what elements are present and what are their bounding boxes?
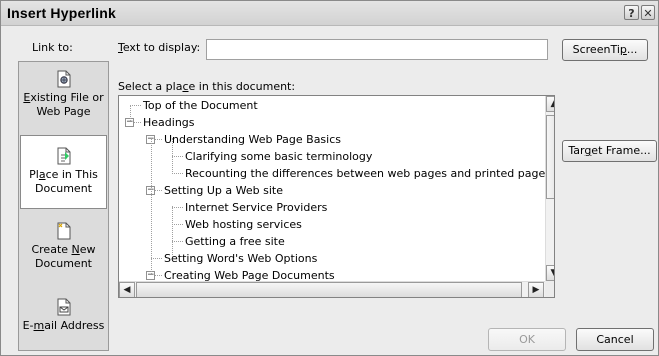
tree-item[interactable]: Web hosting services [185,216,302,233]
cancel-button[interactable]: Cancel [576,328,654,351]
text-to-display-label: Text to display: [118,41,201,54]
vertical-scroll-thumb[interactable] [546,115,554,199]
scroll-right-button[interactable]: ▶ [528,282,544,297]
tree-item[interactable]: Top of the Document [143,97,258,114]
tree-item-label: Web hosting services [185,218,302,231]
existing-file-label: Existing File or Web Page [23,91,104,118]
arrow-left-icon: ◀ [123,285,131,295]
scroll-up-button[interactable]: ▲ [546,96,554,112]
text-to-display-input[interactable] [206,39,548,60]
document-web-icon [57,70,70,88]
insert-hyperlink-dialog: Insert Hyperlink ? ✕ Link to: Text to di… [0,0,659,356]
email-document-icon [57,298,70,316]
select-place-label: Select a place in this document: [118,80,296,93]
vertical-scrollbar[interactable]: ▲ ▼ [545,96,554,281]
link-to-places-bar: Existing File or Web Page Place in This Do… [18,61,109,351]
help-button[interactable]: ? [624,5,639,20]
create-new-document-label: Create New Document [31,243,96,270]
tree-item-label: Setting Up a Web site [164,184,283,197]
place-in-document-icon [57,147,70,165]
scroll-down-button[interactable]: ▼ [546,265,554,281]
link-to-label: Link to: [32,41,73,54]
tree-connector [130,105,131,121]
arrow-down-icon: ▼ [551,268,554,278]
tree-item[interactable]: Setting Word's Web Options [164,250,317,267]
tree-connector [130,105,141,106]
screentip-button[interactable]: ScreenTip... [562,39,648,61]
tree-item-label: Getting a free site [185,235,285,248]
tree-item[interactable]: Headings [143,114,195,131]
tree-connector [172,206,173,257]
tree-item[interactable]: Clarifying some basic terminology [185,148,372,165]
document-places-tree[interactable]: Top of the Document Headings − Understandin… [118,95,555,298]
ok-button[interactable]: OK [488,328,566,351]
tree-connector [151,138,152,274]
tree-item-label: Headings [143,116,195,129]
create-new-document-button[interactable]: Create New Document [20,222,107,278]
scroll-left-button[interactable]: ◀ [119,282,135,297]
target-frame-button[interactable]: Target Frame... [562,140,657,162]
place-in-document-label: Place in This Document [29,168,98,195]
tree-item[interactable]: Understanding Web Page Basics [164,131,341,148]
place-in-this-document-button[interactable]: Place in This Document [20,135,107,209]
horizontal-scrollbar[interactable]: ◀ ▶ [119,281,545,297]
tree-connector [172,138,173,172]
tree-item[interactable]: Internet Service Providers [185,199,327,216]
tree-connector [172,207,183,208]
scroll-corner [545,281,554,297]
tree-item-label: Internet Service Providers [185,201,328,214]
email-address-label: E-mail Address [22,319,105,332]
tree-item-label: Clarifying some basic terminology [185,150,373,163]
tree-connector [151,258,162,259]
new-document-icon [57,222,70,240]
tree-item-label: Top of the Document [143,99,258,112]
tree-connector [172,224,183,225]
tree-item[interactable]: Recounting the differences between web p… [185,165,545,182]
tree-item[interactable]: Setting Up a Web site [164,182,283,199]
tree-item[interactable]: Getting a free site [185,233,285,250]
arrow-up-icon: ▲ [551,99,554,109]
tree-connector [172,241,183,242]
dialog-title: Insert Hyperlink [7,5,117,21]
tree-connector [172,173,183,174]
title-bar: Insert Hyperlink ? ✕ [1,1,658,26]
tree-item-label: Understanding Web Page Basics [164,133,341,146]
tree-connector [172,156,183,157]
arrow-right-icon: ▶ [532,285,540,295]
existing-file-or-web-page-button[interactable]: Existing File or Web Page [20,70,107,126]
email-address-button[interactable]: E-mail Address [20,298,107,346]
horizontal-scroll-thumb[interactable] [136,282,522,297]
close-button[interactable]: ✕ [641,5,655,20]
tree-item-label: Recounting the differences between web p… [185,167,546,180]
tree-item-label: Setting Word's Web Options [164,252,318,265]
